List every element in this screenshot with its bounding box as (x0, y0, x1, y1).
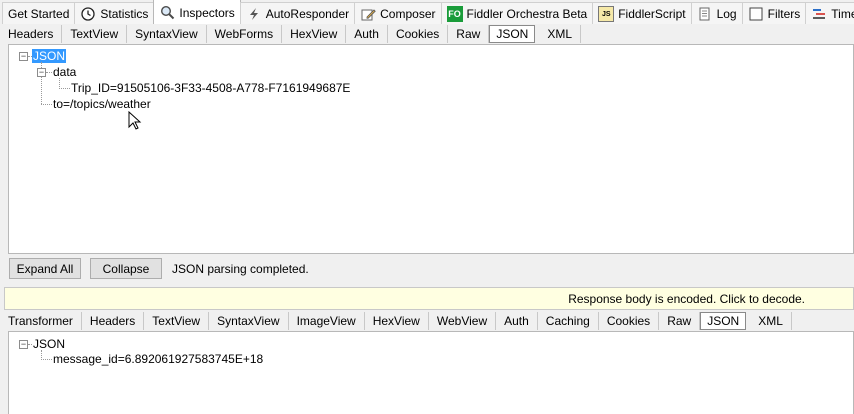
response-tab-caching[interactable]: Caching (538, 312, 599, 330)
response-tab-auth[interactable]: Auth (496, 312, 538, 330)
request-tab-hexview[interactable]: HexView (282, 25, 347, 43)
response-tab-json[interactable]: JSON (700, 312, 747, 330)
tree-node-root[interactable]: JSON (32, 49, 67, 63)
tab-label: Fiddler Orchestra Beta (466, 7, 588, 21)
decode-info-bar[interactable]: Response body is encoded. Click to decod… (4, 287, 854, 310)
tab-log[interactable]: Log (690, 2, 743, 25)
request-json-tree[interactable]: − JSON − data Trip_ID=91505106-3F33-4508… (8, 44, 854, 254)
tab-label: Get Started (8, 7, 70, 21)
tab-label: FiddlerScript (618, 7, 686, 21)
response-tab-imageview[interactable]: ImageView (289, 312, 365, 330)
tree-node-trip-id[interactable]: Trip_ID=91505106-3F33-4508-A778-F7161949… (71, 81, 350, 95)
collapse-toggle-icon[interactable]: − (37, 68, 46, 77)
tab-get-started[interactable]: Get Started (2, 2, 76, 25)
tree-node-message-id[interactable]: message_id=6.892061927583745E+18 (53, 352, 263, 366)
response-tab-textview[interactable]: TextView (144, 312, 210, 330)
tab-statistics[interactable]: Statistics (74, 2, 155, 25)
expand-all-button[interactable]: Expand All (9, 258, 81, 279)
tree-node-root[interactable]: JSON (33, 337, 65, 351)
response-tab-transformer[interactable]: Transformer (0, 312, 82, 330)
response-inspector-tabs: Transformer Headers TextView SyntaxView … (0, 311, 854, 331)
response-tab-webview[interactable]: WebView (429, 312, 497, 330)
checkbox-icon (748, 6, 764, 22)
response-tab-hexview[interactable]: HexView (365, 312, 429, 330)
request-tab-webforms[interactable]: WebForms (207, 25, 283, 43)
collapse-button[interactable]: Collapse (90, 258, 162, 279)
response-json-tree[interactable]: − JSON message_id=6.892061927583745E+18 (8, 331, 854, 414)
timeline-icon (811, 6, 827, 22)
collapse-toggle-icon[interactable]: − (19, 340, 28, 349)
response-tab-raw[interactable]: Raw (659, 312, 701, 330)
request-inspector-tabs: Headers TextView SyntaxView WebForms Hex… (0, 24, 854, 44)
tab-composer[interactable]: Composer (354, 2, 442, 25)
clock-icon (80, 6, 96, 22)
request-tab-xml[interactable]: XML (539, 25, 582, 43)
tab-autoresponder[interactable]: AutoResponder (239, 2, 356, 25)
magnifier-icon (159, 5, 175, 21)
main-tab-strip: Get Started Statistics Inspectors AutoRe… (0, 0, 854, 26)
tab-label: Composer (380, 7, 436, 21)
tab-fiddlerscript[interactable]: JS FiddlerScript (592, 2, 692, 25)
request-tab-auth[interactable]: Auth (346, 25, 388, 43)
lightning-icon (246, 6, 262, 22)
tab-fiddler-orchestra[interactable]: FO Fiddler Orchestra Beta (440, 2, 594, 25)
tab-label: Filters (767, 7, 801, 21)
pencil-icon (360, 6, 376, 22)
js-icon: JS (598, 6, 615, 22)
request-tab-syntaxview[interactable]: SyntaxView (127, 25, 207, 43)
tab-label: Log (716, 7, 737, 21)
tab-label: AutoResponder (265, 7, 350, 21)
log-icon (697, 6, 713, 22)
tree-node-to[interactable]: to=/topics/weather (53, 97, 151, 111)
request-tab-headers[interactable]: Headers (0, 25, 63, 43)
request-tab-textview[interactable]: TextView (62, 25, 128, 43)
tree-node-data[interactable]: data (53, 65, 76, 79)
request-tab-cookies[interactable]: Cookies (388, 25, 449, 43)
response-tab-cookies[interactable]: Cookies (599, 312, 660, 330)
tab-label: Statistics (100, 7, 149, 21)
collapse-toggle-icon[interactable]: − (19, 52, 28, 61)
tab-filters[interactable]: Filters (741, 2, 807, 25)
request-tab-raw[interactable]: Raw (448, 25, 490, 43)
parse-status: JSON parsing completed. (172, 262, 309, 276)
info-bar-text: Response body is encoded. Click to decod… (568, 292, 805, 306)
fo-icon: FO (446, 6, 463, 22)
tab-timeline[interactable]: Timeline (805, 2, 854, 25)
tab-label: Inspectors (179, 5, 235, 20)
tab-inspectors[interactable]: Inspectors (153, 0, 241, 25)
mouse-cursor-icon (128, 110, 142, 134)
response-tab-xml[interactable]: XML (750, 312, 792, 330)
response-tab-syntaxview[interactable]: SyntaxView (209, 312, 289, 330)
request-tab-json[interactable]: JSON (489, 25, 536, 43)
tab-label: Timeline (831, 7, 854, 21)
response-tab-headers[interactable]: Headers (82, 312, 145, 330)
